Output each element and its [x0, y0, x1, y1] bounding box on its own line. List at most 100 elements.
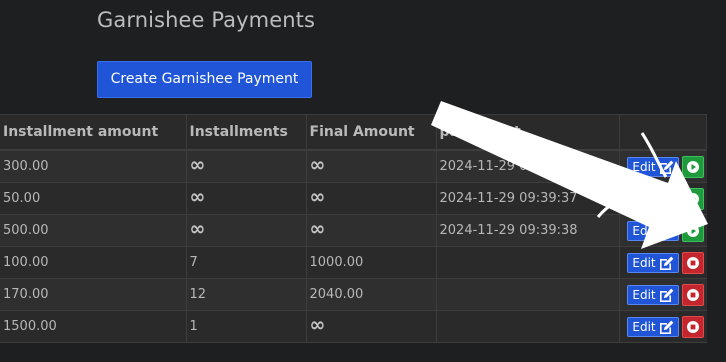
row-actions: Edit: [620, 283, 707, 306]
installment-amount-cell: 100.00: [0, 246, 186, 279]
edit-button[interactable]: Edit: [627, 188, 679, 209]
resume-button[interactable]: [682, 187, 704, 210]
page-title: Garnishee Payments: [97, 8, 315, 32]
table-row: 170.00 12 2040.00 Edit: [0, 278, 707, 311]
garnishee-payments-table-wrapper: Installment amount Installments Final Am…: [0, 114, 707, 343]
installments-cell: 1: [185, 310, 306, 343]
edit-icon: [659, 192, 674, 206]
actions-cell: Edit: [618, 246, 707, 279]
row-actions: Edit: [620, 155, 707, 178]
installments-value: ∞: [189, 186, 206, 208]
installment-amount-cell: 500.00: [0, 214, 186, 247]
paid-off-at-value: 2024-11-29 09:39:38: [439, 223, 578, 238]
installments-cell: ∞: [185, 182, 306, 215]
installments-value: 12: [189, 287, 207, 302]
column-header-installments[interactable]: Installments: [185, 115, 306, 151]
installment-amount-value: 500.00: [3, 223, 49, 238]
edit-icon: [659, 320, 674, 334]
final-amount-value: ∞: [309, 314, 326, 336]
resume-button[interactable]: [682, 155, 704, 178]
table-header-row: Installment amount Installments Final Am…: [0, 115, 707, 151]
edit-button[interactable]: Edit: [627, 220, 679, 241]
final-amount-cell: ∞: [305, 182, 436, 215]
table-row: 1500.00 1 ∞ Edit: [0, 310, 707, 343]
resume-button[interactable]: [682, 219, 704, 242]
edit-button-label: Edit: [632, 223, 656, 238]
paid-off-at-cell: 2024-11-29 09:39:38: [435, 150, 619, 183]
paid-off-at-value: 2024-11-29 09:39:38: [439, 159, 578, 174]
play-circle-icon: [687, 192, 699, 205]
row-actions: Edit: [620, 315, 707, 338]
play-circle-icon: [687, 160, 699, 173]
edit-icon: [659, 224, 674, 238]
stop-circle-icon: [687, 320, 699, 333]
edit-icon: [659, 160, 674, 174]
table-row: 500.00 ∞ ∞ 2024-11-29 09:39:38 Edit: [0, 214, 707, 247]
installments-cell: 12: [185, 278, 306, 311]
paid-off-at-cell: [435, 278, 619, 311]
column-header-installment-amount[interactable]: Installment amount: [0, 115, 186, 151]
stop-button[interactable]: [682, 283, 704, 306]
stop-circle-icon: [687, 288, 699, 301]
edit-button-label: Edit: [632, 287, 656, 302]
installments-value: ∞: [189, 218, 206, 240]
edit-button-label: Edit: [632, 255, 656, 270]
installments-cell: 7: [185, 246, 306, 279]
final-amount-value: ∞: [309, 186, 326, 208]
installment-amount-value: 1500.00: [3, 319, 57, 334]
final-amount-cell: ∞: [305, 310, 436, 343]
table-row: 100.00 7 1000.00 Edit: [0, 246, 707, 279]
paid-off-at-cell: [435, 310, 619, 343]
edit-button[interactable]: Edit: [627, 316, 679, 337]
stop-circle-icon: [687, 256, 699, 269]
edit-button-label: Edit: [632, 159, 656, 174]
row-actions: Edit: [620, 219, 707, 242]
installment-amount-cell: 300.00: [0, 150, 186, 183]
installment-amount-value: 50.00: [3, 191, 41, 206]
stop-button[interactable]: [682, 251, 704, 274]
edit-button[interactable]: Edit: [627, 284, 679, 305]
installment-amount-cell: 50.00: [0, 182, 186, 215]
actions-cell: Edit: [618, 182, 707, 215]
create-garnishee-payment-button[interactable]: Create Garnishee Payment: [97, 61, 312, 98]
installments-cell: ∞: [185, 150, 306, 183]
actions-cell: Edit: [618, 310, 707, 343]
row-actions: Edit: [620, 187, 707, 210]
final-amount-cell: 1000.00: [305, 246, 436, 279]
edit-icon: [659, 256, 674, 270]
actions-cell: Edit: [618, 214, 707, 247]
final-amount-value: ∞: [309, 154, 326, 176]
final-amount-cell: ∞: [305, 150, 436, 183]
installments-value: 7: [189, 255, 198, 270]
installments-value: 1: [189, 319, 198, 334]
edit-button-label: Edit: [632, 319, 656, 334]
garnishee-payments-table: Installment amount Installments Final Am…: [0, 115, 707, 343]
edit-button[interactable]: Edit: [627, 252, 679, 273]
paid-off-at-value: 2024-11-29 09:39:37: [439, 191, 578, 206]
installment-amount-cell: 1500.00: [0, 310, 186, 343]
paid-off-at-cell: 2024-11-29 09:39:37: [435, 182, 619, 215]
stop-button[interactable]: [682, 315, 704, 338]
edit-icon: [659, 288, 674, 302]
installments-value: ∞: [189, 154, 206, 176]
installments-cell: ∞: [185, 214, 306, 247]
installment-amount-value: 300.00: [3, 159, 49, 174]
final-amount-value: 2040.00: [309, 287, 364, 302]
row-actions: Edit: [620, 251, 707, 274]
edit-button-label: Edit: [632, 191, 656, 206]
play-circle-icon: [687, 224, 699, 237]
final-amount-value: ∞: [309, 218, 326, 240]
installment-amount-cell: 170.00: [0, 278, 186, 311]
column-header-actions: [618, 115, 707, 151]
final-amount-cell: ∞: [305, 214, 436, 247]
installment-amount-value: 100.00: [3, 255, 49, 270]
installment-amount-value: 170.00: [3, 287, 49, 302]
table-row: 300.00 ∞ ∞ 2024-11-29 09:39:38 Edit: [0, 150, 707, 183]
edit-button[interactable]: Edit: [627, 156, 679, 177]
table-row: 50.00 ∞ ∞ 2024-11-29 09:39:37 Edit: [0, 182, 707, 215]
column-header-paid-off-at[interactable]: paid off at: [435, 115, 619, 151]
actions-cell: Edit: [618, 278, 707, 311]
final-amount-cell: 2040.00: [305, 278, 436, 311]
column-header-final-amount[interactable]: Final Amount: [305, 115, 436, 151]
final-amount-value: 1000.00: [309, 255, 364, 270]
